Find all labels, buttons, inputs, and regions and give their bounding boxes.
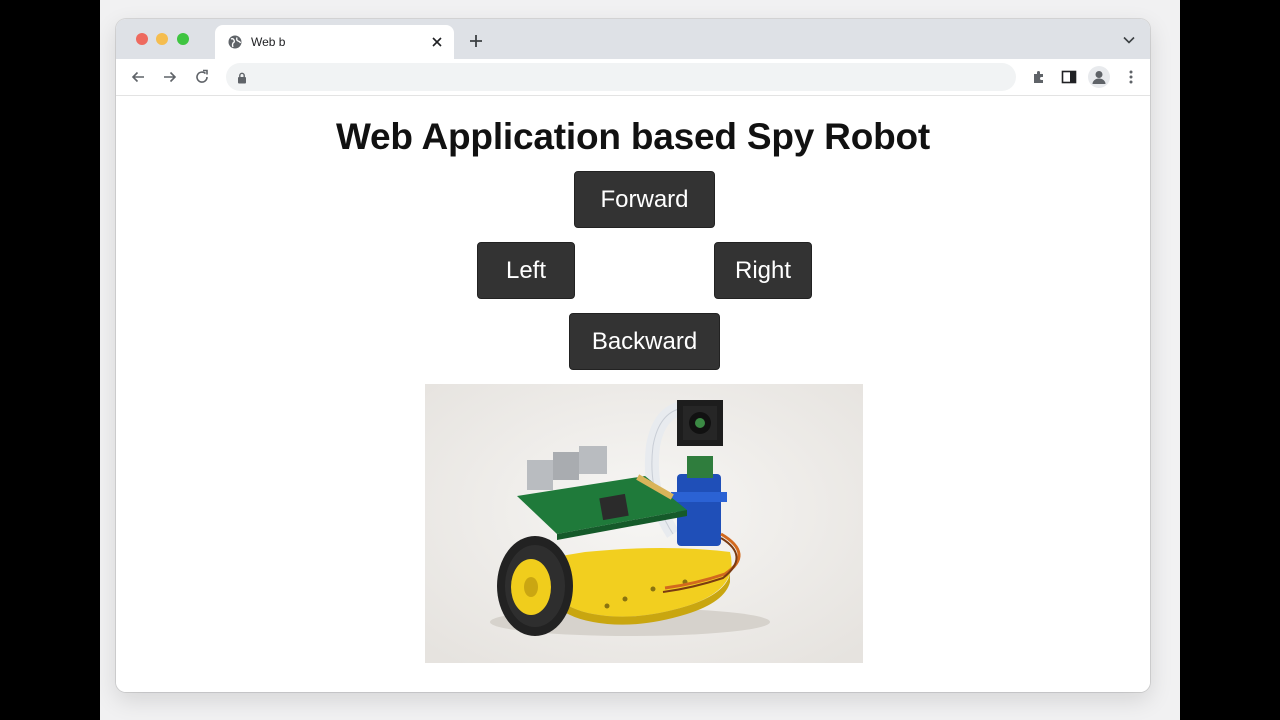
tab-strip: Web b: [116, 19, 1150, 59]
robot-image: [425, 384, 863, 663]
globe-icon: [227, 34, 243, 50]
puzzle-icon[interactable]: [1030, 68, 1048, 86]
arrow-right-icon[interactable]: [161, 68, 179, 86]
close-window-button[interactable]: [136, 33, 148, 45]
page-title: Web Application based Spy Robot: [335, 116, 931, 157]
plus-icon[interactable]: [466, 31, 486, 51]
tab-title: Web b: [251, 35, 286, 49]
profile-icon[interactable]: [1088, 66, 1110, 88]
browser-toolbar: [116, 59, 1150, 96]
arrow-left-icon[interactable]: [129, 68, 147, 86]
address-bar[interactable]: [226, 63, 1016, 91]
reload-icon[interactable]: [193, 68, 211, 86]
lock-icon[interactable]: [236, 71, 248, 84]
forward-button[interactable]: Forward: [574, 171, 715, 228]
page-viewport: Web Application based Spy Robot Forward …: [116, 96, 1150, 692]
right-button[interactable]: Right: [714, 242, 812, 299]
kebab-menu-icon[interactable]: [1122, 68, 1140, 86]
close-icon[interactable]: [428, 33, 446, 51]
desktop-background: Web b Web Application based Spy Robot Fo…: [100, 0, 1180, 720]
tab-active[interactable]: Web b: [215, 25, 454, 59]
maximize-window-button[interactable]: [177, 33, 189, 45]
left-button[interactable]: Left: [477, 242, 575, 299]
backward-button[interactable]: Backward: [569, 313, 720, 370]
minimize-window-button[interactable]: [156, 33, 168, 45]
chevron-down-icon[interactable]: [1122, 33, 1136, 47]
side-panel-icon[interactable]: [1060, 68, 1078, 86]
browser-window: Web b Web Application based Spy Robot Fo…: [116, 19, 1150, 692]
